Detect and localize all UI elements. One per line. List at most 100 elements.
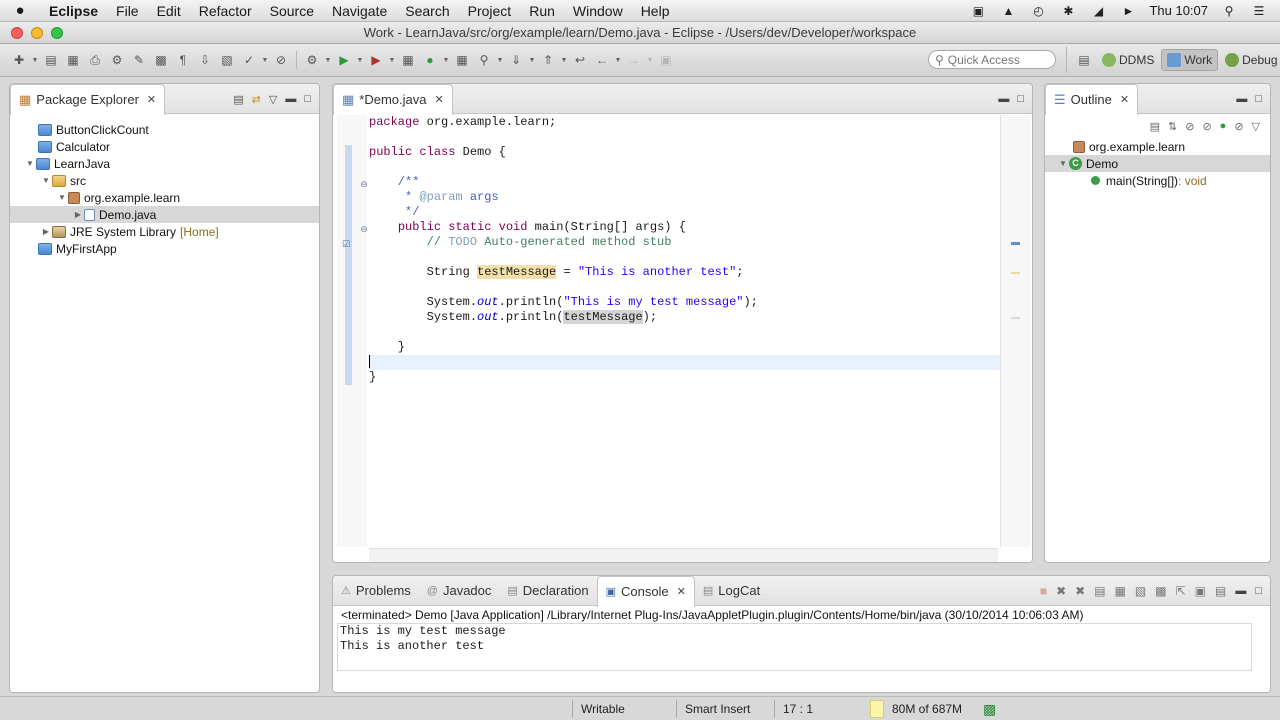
outline-item-demo-class[interactable]: ▼ C Demo xyxy=(1045,155,1270,172)
previous-annotation-icon[interactable]: ⇑ xyxy=(537,50,559,70)
screen-record-icon[interactable]: ▣ xyxy=(969,4,987,18)
tab-outline[interactable]: ☰ Outline ✕ xyxy=(1045,84,1139,115)
task-marker-icon[interactable]: ☑ xyxy=(341,239,351,249)
fold-collapse-icon[interactable]: ⊖ xyxy=(359,179,369,189)
save-all-icon[interactable]: ▦ xyxy=(62,50,84,70)
tree-item-calculator[interactable]: Calculator xyxy=(10,138,319,155)
clear-console-icon[interactable]: ▤ xyxy=(1094,584,1105,598)
tree-item-myfirstapp[interactable]: MyFirstApp xyxy=(10,240,319,257)
word-wrap-icon[interactable]: ▩ xyxy=(1155,584,1166,598)
console-output[interactable]: This is my test message This is another … xyxy=(337,623,1252,671)
tab-problems[interactable]: ⚠ Problems xyxy=(333,576,419,606)
maximize-editor-icon[interactable]: □ xyxy=(1017,93,1024,105)
menu-navigate[interactable]: Navigate xyxy=(323,3,396,19)
forward-dropdown-icon[interactable]: ▼ xyxy=(645,50,655,70)
menu-help[interactable]: Help xyxy=(632,3,679,19)
lint-icon[interactable]: ✓ xyxy=(238,50,260,70)
close-icon[interactable]: ✕ xyxy=(677,585,686,598)
overview-ruler[interactable] xyxy=(1000,115,1030,547)
menu-refactor[interactable]: Refactor xyxy=(190,3,261,19)
lint-dropdown-icon[interactable]: ▼ xyxy=(260,50,270,70)
sort-icon[interactable]: ⇅ xyxy=(1168,120,1177,133)
external-tools-icon[interactable]: ▶ xyxy=(365,50,387,70)
menu-run[interactable]: Run xyxy=(520,3,564,19)
time-machine-icon[interactable]: ◴ xyxy=(1029,4,1047,18)
terminate-icon[interactable]: ■ xyxy=(1040,584,1047,598)
minimize-view-icon[interactable]: ▬ xyxy=(285,93,296,105)
collapse-all-icon[interactable]: ▤ xyxy=(1150,120,1160,133)
maximize-view-icon[interactable]: □ xyxy=(304,93,311,105)
tree-item-org-example-learn[interactable]: ▼ org.example.learn xyxy=(10,189,319,206)
hide-local-types-icon[interactable]: ⊘ xyxy=(1234,120,1243,133)
minimize-window-button[interactable] xyxy=(31,26,43,39)
last-edit-location-icon[interactable]: ↩ xyxy=(569,50,591,70)
occurrence-overview-marker[interactable] xyxy=(1011,272,1020,274)
android-device-icon[interactable]: ▧ xyxy=(216,50,238,70)
search-dropdown-icon[interactable]: ▼ xyxy=(495,50,505,70)
show-whitespace-icon[interactable]: ¶ xyxy=(172,50,194,70)
tab-package-explorer[interactable]: ▦ Package Explorer ✕ xyxy=(10,84,166,115)
perspective-work[interactable]: Work xyxy=(1161,49,1219,71)
menu-edit[interactable]: Edit xyxy=(148,3,190,19)
tab-declaration[interactable]: ▤ Declaration xyxy=(499,576,596,606)
wifi-icon[interactable]: ◢ xyxy=(1089,4,1107,18)
heap-status[interactable]: 80M of 687M xyxy=(870,699,1000,719)
android-sdk-icon[interactable]: ⚙ xyxy=(106,50,128,70)
apple-menu-icon[interactable]: ● xyxy=(0,2,40,19)
close-window-button[interactable] xyxy=(11,26,23,39)
tree-item-src[interactable]: ▼ src xyxy=(10,172,319,189)
collapse-all-icon[interactable]: ▤ xyxy=(233,93,243,106)
remove-launch-icon[interactable]: ✖ xyxy=(1056,584,1066,598)
menu-window[interactable]: Window xyxy=(564,3,632,19)
back-dropdown-icon[interactable]: ▼ xyxy=(613,50,623,70)
expand-triangle-icon[interactable]: ▼ xyxy=(24,159,36,168)
run-icon[interactable]: ▶ xyxy=(333,50,355,70)
vertical-ruler[interactable]: ⊖ ⊖ ☑ xyxy=(337,115,369,547)
print-icon[interactable]: ⎙ xyxy=(84,50,106,70)
bluetooth-icon[interactable]: ✱ xyxy=(1059,4,1077,18)
collapsed-triangle-icon[interactable]: ▶ xyxy=(72,210,84,219)
skip-breakpoints-icon[interactable]: ⊘ xyxy=(270,50,292,70)
perspective-debug[interactable]: Debug xyxy=(1220,49,1280,71)
volume-icon[interactable]: ► xyxy=(1119,4,1137,18)
new-java-class-icon[interactable]: ● xyxy=(419,50,441,70)
link-with-editor-icon[interactable]: ⇄ xyxy=(252,93,261,106)
next-annotation-dropdown-icon[interactable]: ▼ xyxy=(527,50,537,70)
display-console-icon[interactable]: ▣ xyxy=(1195,584,1206,598)
horizontal-scrollbar[interactable] xyxy=(369,548,998,562)
minimize-editor-icon[interactable]: ▬ xyxy=(998,93,1009,105)
tree-item-learnjava[interactable]: ▼ LearnJava xyxy=(10,155,319,172)
back-icon[interactable]: ← xyxy=(591,50,613,70)
search-icon[interactable]: ⚲ xyxy=(473,50,495,70)
notification-list-icon[interactable]: ☰ xyxy=(1250,4,1268,18)
expand-triangle-icon[interactable]: ▼ xyxy=(56,193,68,202)
toggle-mark-occurrences-icon[interactable]: ✎ xyxy=(128,50,150,70)
build-icon[interactable]: ⇩ xyxy=(194,50,216,70)
spotlight-search-icon[interactable]: ⚲ xyxy=(1220,4,1238,18)
perspective-ddms[interactable]: DDMS xyxy=(1097,49,1159,71)
menu-source[interactable]: Source xyxy=(261,3,323,19)
menu-search[interactable]: Search xyxy=(396,3,458,19)
menubar-clock[interactable]: Thu 10:07 xyxy=(1149,3,1208,18)
previous-annotation-dropdown-icon[interactable]: ▼ xyxy=(559,50,569,70)
tab-logcat[interactable]: ▤ LogCat xyxy=(695,576,768,606)
menu-project[interactable]: Project xyxy=(459,3,521,19)
new-java-package-icon[interactable]: ▦ xyxy=(397,50,419,70)
fold-collapse-icon[interactable]: ⊖ xyxy=(359,224,369,234)
quick-access-field[interactable]: ⚲ Quick Access xyxy=(928,50,1056,69)
new-class-dropdown-icon[interactable]: ▼ xyxy=(441,50,451,70)
close-icon[interactable]: ✕ xyxy=(147,93,156,106)
zoom-window-button[interactable] xyxy=(51,26,63,39)
minimize-view-icon[interactable]: ▬ xyxy=(1235,585,1246,597)
run-dropdown-icon[interactable]: ▼ xyxy=(355,50,365,70)
minimize-view-icon[interactable]: ▬ xyxy=(1236,93,1247,105)
source-code[interactable]: package org.example.learn; public class … xyxy=(369,115,1000,547)
hide-fields-icon[interactable]: ⊘ xyxy=(1185,120,1194,133)
view-menu-icon[interactable]: ▽ xyxy=(269,93,277,106)
hide-non-public-icon[interactable]: ● xyxy=(1220,120,1227,132)
expand-triangle-icon[interactable]: ▼ xyxy=(1057,159,1069,168)
maximize-view-icon[interactable]: □ xyxy=(1255,585,1262,597)
occurrence-overview-marker[interactable] xyxy=(1011,317,1020,319)
pin-console-icon[interactable]: ⇱ xyxy=(1176,584,1186,598)
remove-all-terminated-icon[interactable]: ✖ xyxy=(1075,584,1085,598)
